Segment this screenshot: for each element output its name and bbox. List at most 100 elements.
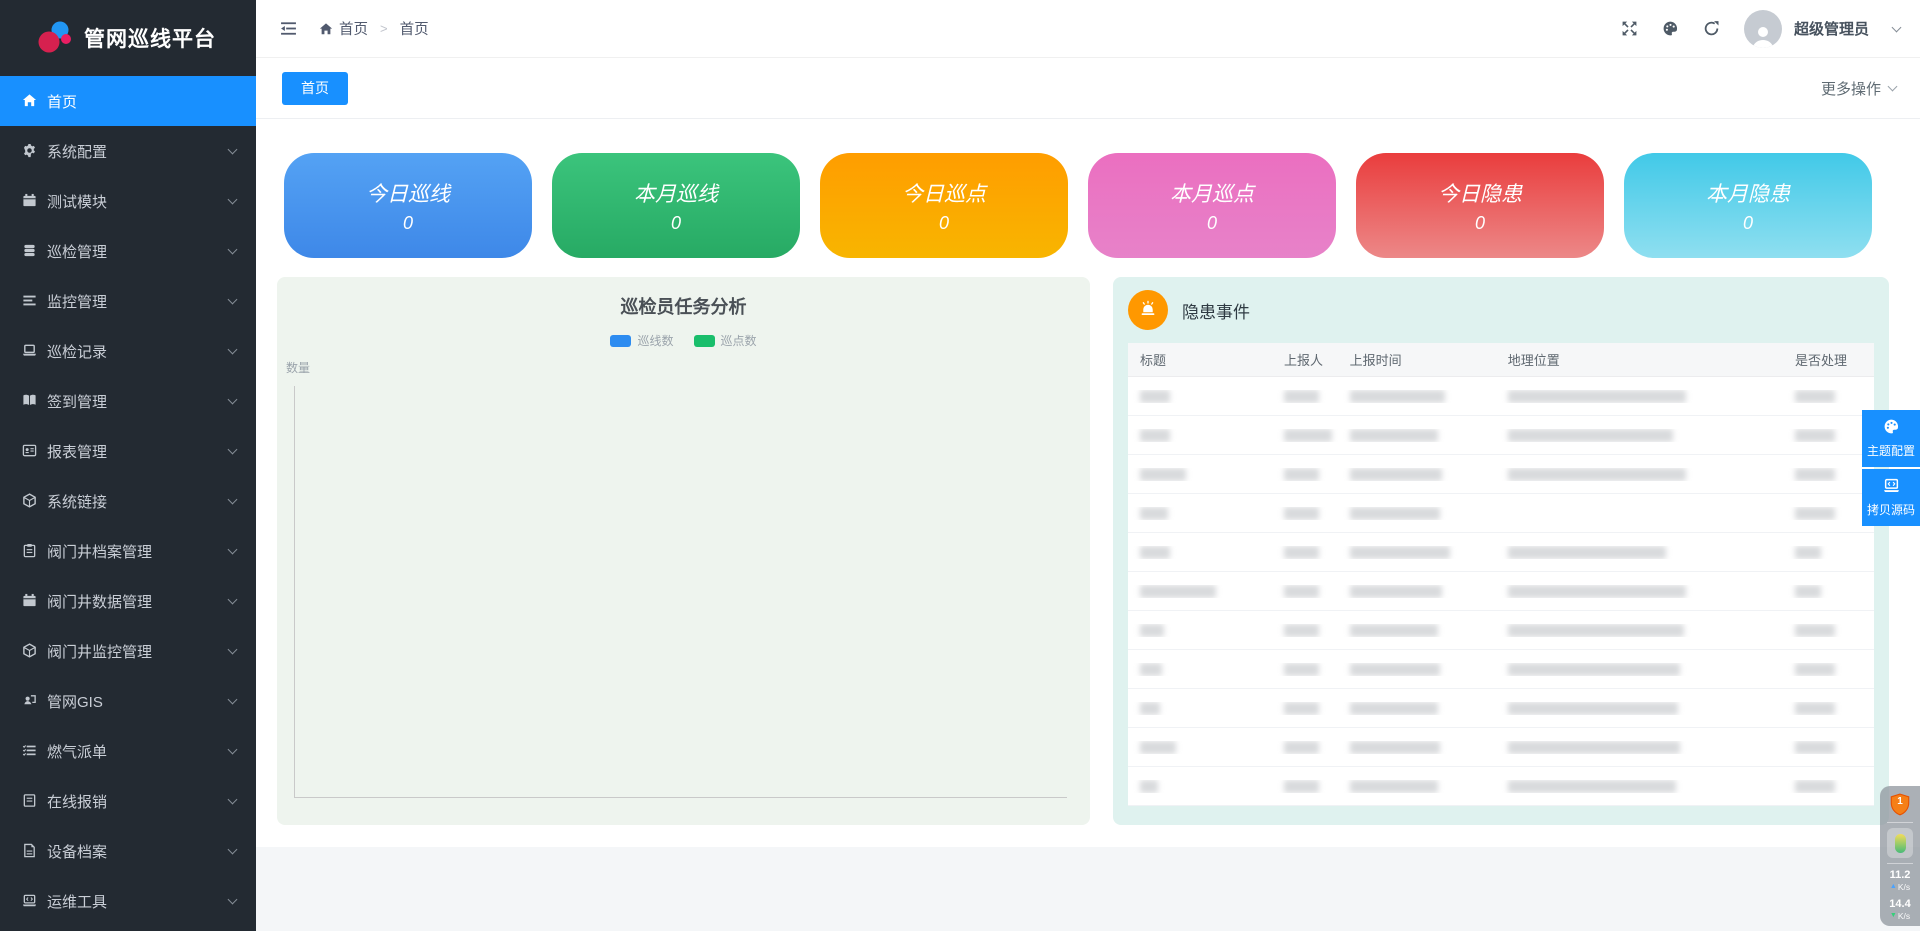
legend-label: 巡点数 <box>721 332 757 349</box>
copy-source-button[interactable]: 拷贝源码 <box>1862 469 1920 526</box>
table-row[interactable] <box>1128 650 1874 689</box>
breadcrumb-item[interactable]: 首页 <box>339 18 368 39</box>
sidebar-item-label: 监控管理 <box>47 291 107 312</box>
chevron-down-icon <box>228 195 238 205</box>
laptop-icon <box>22 343 38 359</box>
logo-icon <box>38 20 74 56</box>
user-monitor-icon <box>22 693 38 709</box>
network-speed-widget[interactable]: 1 11.2 ▲ K/s 14.4 ▼ K/s <box>1880 786 1920 926</box>
collapse-sidebar-icon[interactable] <box>280 20 297 37</box>
table-cell-redacted <box>1783 702 1874 715</box>
sidebar-item-valve-well-monitor[interactable]: 阀门井监控管理 <box>0 626 256 676</box>
table-row[interactable] <box>1128 689 1874 728</box>
sidebar-item-home[interactable]: 首页 <box>0 76 256 126</box>
user-avatar[interactable] <box>1744 10 1782 48</box>
table-row[interactable] <box>1128 533 1874 572</box>
sidebar-item-equipment-archive[interactable]: 设备档案 <box>0 826 256 876</box>
sidebar-item-online-reimburse[interactable]: 在线报销 <box>0 776 256 826</box>
table-cell-redacted <box>1272 585 1338 598</box>
table-cell-redacted <box>1496 546 1783 559</box>
sidebar-item-pipeline-gis[interactable]: 管网GIS <box>0 676 256 726</box>
hazard-events-table: 标题上报人上报时间地理位置是否处理 <box>1128 343 1874 806</box>
table-row[interactable] <box>1128 611 1874 650</box>
chevron-down-icon <box>1888 82 1898 92</box>
theme-palette-icon[interactable] <box>1662 20 1679 37</box>
table-cell-redacted <box>1272 546 1338 559</box>
sidebar-item-system-links[interactable]: 系统链接 <box>0 476 256 526</box>
sidebar-item-monitor-mgmt[interactable]: 监控管理 <box>0 276 256 326</box>
table-cell-redacted <box>1272 390 1338 403</box>
column-header: 标题 <box>1128 350 1272 369</box>
table-cell-redacted <box>1338 429 1496 442</box>
palette-icon <box>1883 418 1900 438</box>
chart-x-axis-line <box>294 797 1067 798</box>
table-cell-redacted <box>1783 741 1874 754</box>
hazard-events-header: 隐患事件 <box>1113 277 1889 342</box>
table-cell-redacted <box>1338 624 1496 637</box>
table-row[interactable] <box>1128 728 1874 767</box>
chart-y-axis-line <box>294 386 295 797</box>
table-row[interactable] <box>1128 494 1874 533</box>
table-cell-redacted <box>1272 624 1338 637</box>
floating-side-buttons: 主题配置 拷贝源码 <box>1862 410 1920 528</box>
hazard-events-title: 隐患事件 <box>1182 298 1250 323</box>
table-row[interactable] <box>1128 377 1874 416</box>
more-operations-label: 更多操作 <box>1821 78 1881 99</box>
tab-home[interactable]: 首页 <box>282 72 348 105</box>
app-logo: 管网巡线平台 <box>0 0 256 76</box>
clipboard-icon <box>22 543 38 559</box>
sidebar-item-label: 阀门井监控管理 <box>47 641 152 662</box>
sidebar-item-inspection-records[interactable]: 巡检记录 <box>0 326 256 376</box>
chart-legend: 巡线数 巡点数 <box>277 332 1090 349</box>
table-row[interactable] <box>1128 767 1874 806</box>
download-speed-unit: K/s <box>1898 911 1910 921</box>
copy-source-label: 拷贝源码 <box>1867 501 1915 518</box>
upload-arrow-icon: ▲ <box>1890 882 1897 892</box>
stat-card-4: 今日隐患0 <box>1356 153 1604 258</box>
sidebar: 管网巡线平台 首页系统配置测试模块巡检管理监控管理巡检记录签到管理报表管理系统链… <box>0 0 256 931</box>
table-cell-redacted <box>1496 624 1783 637</box>
stat-card-value: 0 <box>1475 213 1485 234</box>
sidebar-item-test-module[interactable]: 测试模块 <box>0 176 256 226</box>
theme-config-button[interactable]: 主题配置 <box>1862 410 1920 467</box>
refresh-icon[interactable] <box>1703 20 1720 37</box>
sidebar-item-label: 系统链接 <box>47 491 107 512</box>
table-cell-redacted <box>1783 468 1874 481</box>
sidebar-item-valve-well-data[interactable]: 阀门井数据管理 <box>0 576 256 626</box>
legend-item[interactable]: 巡线数 <box>610 332 673 349</box>
sidebar-item-checkin-mgmt[interactable]: 签到管理 <box>0 376 256 426</box>
chevron-down-icon <box>228 495 238 505</box>
chart-y-axis-label: 数量 <box>286 359 310 376</box>
table-cell-redacted <box>1496 585 1783 598</box>
sidebar-item-ops-tools[interactable]: 运维工具 <box>0 876 256 926</box>
breadcrumb-item[interactable]: 首页 <box>400 18 429 39</box>
legend-item[interactable]: 巡点数 <box>694 332 757 349</box>
stat-card-label: 本月巡点 <box>1170 178 1254 208</box>
shield-badge-icon: 1 <box>1889 793 1911 817</box>
idcard-icon <box>22 443 38 459</box>
sidebar-item-label: 燃气派单 <box>47 741 107 762</box>
user-name[interactable]: 超级管理员 <box>1794 18 1869 39</box>
sidebar-item-inspection-mgmt[interactable]: 巡检管理 <box>0 226 256 276</box>
sidebar-item-report-mgmt[interactable]: 报表管理 <box>0 426 256 476</box>
chevron-down-icon[interactable] <box>1892 22 1902 32</box>
table-cell-redacted <box>1272 741 1338 754</box>
table-cell-redacted <box>1496 741 1783 754</box>
main-area: 首页 > 首页 <box>256 0 1920 931</box>
table-cell-redacted <box>1128 546 1272 559</box>
table-row[interactable] <box>1128 416 1874 455</box>
sidebar-item-valve-well-archive[interactable]: 阀门井档案管理 <box>0 526 256 576</box>
fullscreen-icon[interactable] <box>1621 20 1638 37</box>
table-cell-redacted <box>1783 624 1874 637</box>
chevron-down-icon <box>228 245 238 255</box>
table-cell-redacted <box>1338 390 1496 403</box>
table-cell-redacted <box>1128 507 1272 520</box>
table-row[interactable] <box>1128 572 1874 611</box>
laptop-code-icon <box>1883 477 1900 497</box>
sidebar-item-gas-dispatch[interactable]: 燃气派单 <box>0 726 256 776</box>
table-row[interactable] <box>1128 455 1874 494</box>
sidebar-item-system-config[interactable]: 系统配置 <box>0 126 256 176</box>
more-operations[interactable]: 更多操作 <box>1821 78 1896 99</box>
inspector-task-chart-panel: 巡检员任务分析 巡线数巡点数 数量 <box>277 277 1090 825</box>
app-title: 管网巡线平台 <box>84 23 216 53</box>
